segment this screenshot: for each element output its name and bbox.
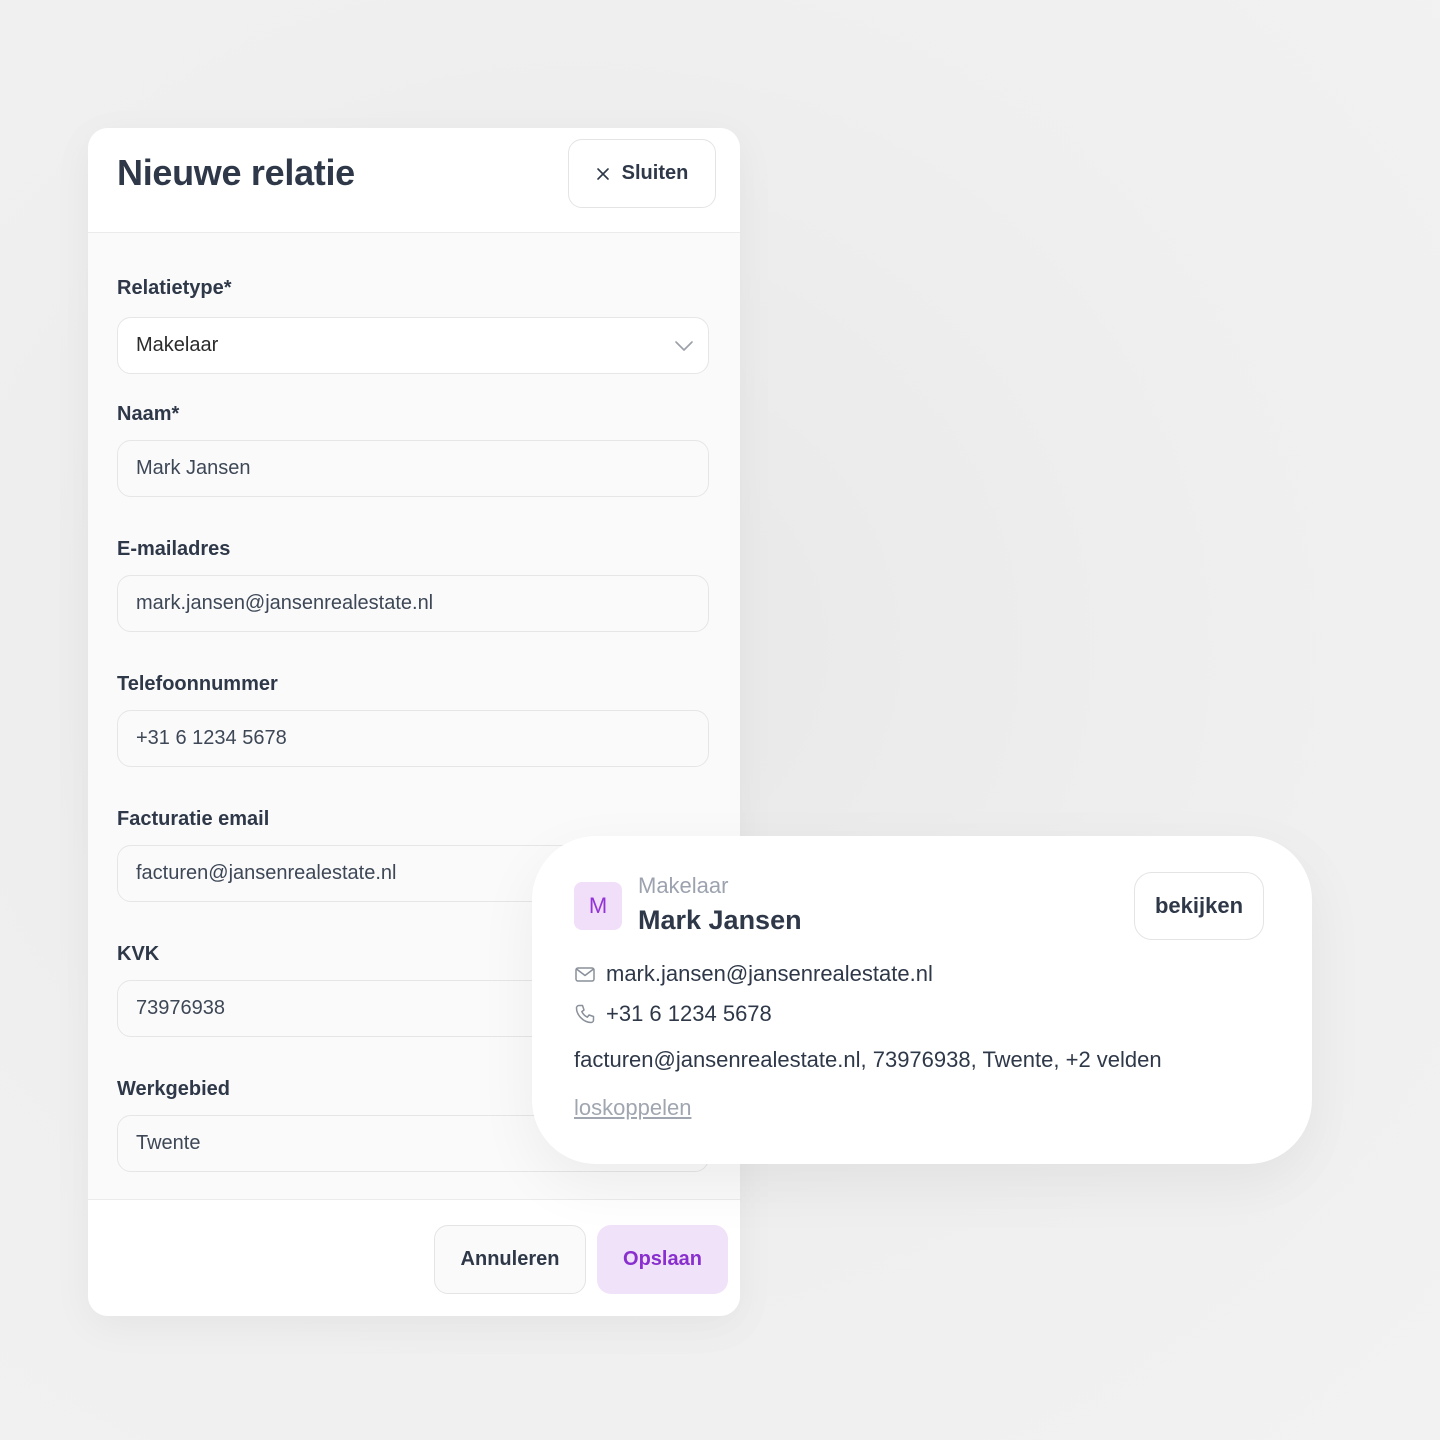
mail-icon — [575, 967, 595, 982]
card-email-row: mark.jansen@jansenrealestate.nl — [574, 959, 933, 989]
kvk-label: KVK — [117, 943, 160, 965]
close-icon — [596, 167, 609, 180]
cancel-button[interactable]: Annuleren — [434, 1225, 586, 1294]
phone-icon — [575, 1004, 595, 1024]
relation-name: Mark Jansen — [638, 905, 802, 935]
avatar: M — [574, 882, 622, 930]
email-input[interactable]: mark.jansen@jansenrealestate.nl — [117, 575, 709, 632]
relation-type-select[interactable]: Makelaar — [117, 317, 709, 374]
billing-email-label: Facturatie email — [117, 808, 270, 830]
relation-preview-card: M Makelaar Mark Jansen bekijken mark.jan… — [532, 836, 1312, 1164]
chevron-down-icon — [675, 340, 693, 351]
card-phone-row: +31 6 1234 5678 — [574, 999, 772, 1029]
modal-header: Nieuwe relatie Sluiten — [88, 128, 740, 233]
unlink-link[interactable]: loskoppelen — [574, 1095, 691, 1121]
card-summary: facturen@jansenrealestate.nl, 73976938, … — [574, 1047, 1162, 1072]
close-button[interactable]: Sluiten — [568, 139, 716, 208]
relation-type-label: Relatietype* — [117, 277, 232, 299]
relation-type-value: Makelaar — [136, 334, 219, 356]
view-button[interactable]: bekijken — [1134, 872, 1264, 940]
phone-input[interactable]: +31 6 1234 5678 — [117, 710, 709, 767]
save-button[interactable]: Opslaan — [597, 1225, 728, 1294]
card-email: mark.jansen@jansenrealestate.nl — [606, 961, 933, 986]
region-label: Werkgebied — [117, 1078, 230, 1100]
close-button-label: Sluiten — [621, 162, 689, 184]
email-label: E-mailadres — [117, 538, 231, 560]
relation-type-text: Makelaar — [638, 873, 729, 898]
modal-footer: Annuleren Opslaan — [88, 1199, 740, 1316]
name-label: Naam* — [117, 403, 180, 425]
name-input[interactable]: Mark Jansen — [117, 440, 709, 497]
card-phone: +31 6 1234 5678 — [606, 1001, 772, 1026]
modal-title: Nieuwe relatie — [117, 152, 355, 193]
phone-label: Telefoonnummer — [117, 673, 278, 695]
